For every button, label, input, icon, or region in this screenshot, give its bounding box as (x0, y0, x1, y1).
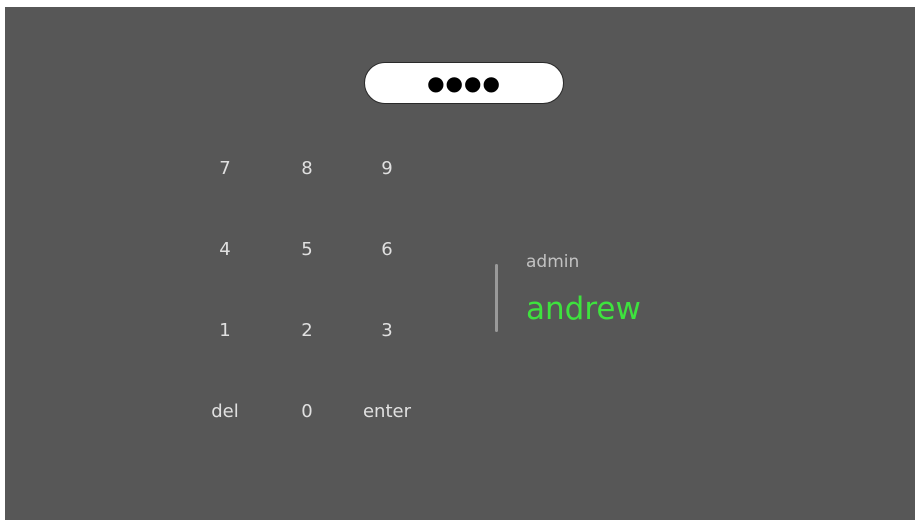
key-1[interactable]: 1 (190, 311, 260, 351)
pin-masked-value: ●●●● (427, 71, 501, 95)
key-0[interactable]: 0 (272, 392, 342, 432)
key-9[interactable]: 9 (352, 149, 422, 189)
key-6[interactable]: 6 (352, 230, 422, 270)
top-border (0, 0, 915, 7)
key-7[interactable]: 7 (190, 149, 260, 189)
key-2[interactable]: 2 (272, 311, 342, 351)
key-4[interactable]: 4 (190, 230, 260, 270)
key-del[interactable]: del (190, 392, 260, 432)
key-enter[interactable]: enter (352, 392, 422, 432)
key-3[interactable]: 3 (352, 311, 422, 351)
user-item-andrew[interactable]: andrew (526, 291, 641, 327)
key-8[interactable]: 8 (272, 149, 342, 189)
user-item-admin[interactable]: admin (526, 252, 579, 272)
key-5[interactable]: 5 (272, 230, 342, 270)
pin-input[interactable]: ●●●● (364, 62, 564, 104)
login-screen: ●●●● 7 8 9 4 5 6 1 2 3 del 0 enter admin… (5, 7, 915, 520)
user-list-divider (495, 264, 498, 332)
